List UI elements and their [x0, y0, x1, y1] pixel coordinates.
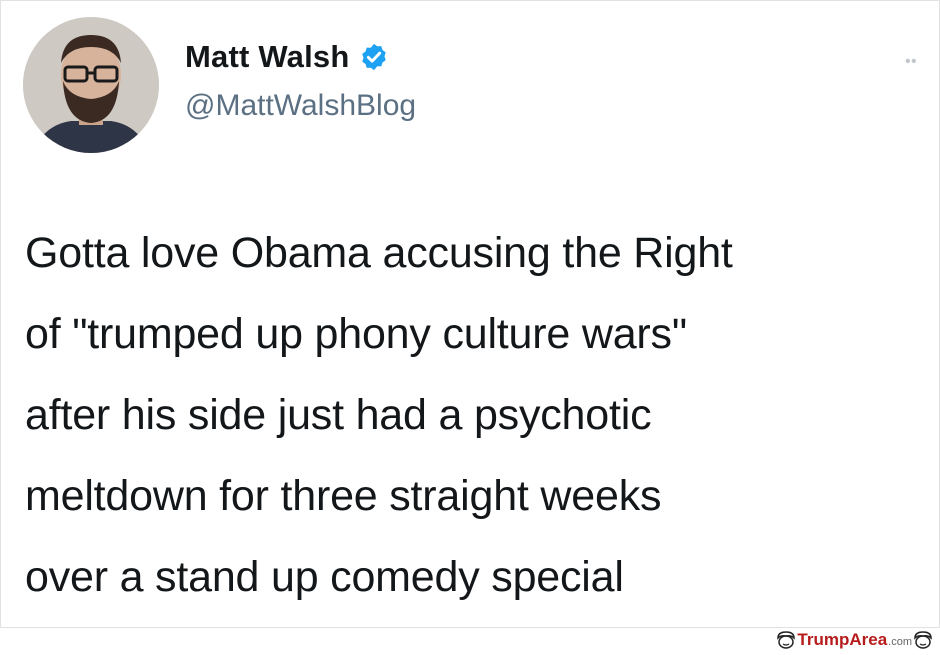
more-dots-icon[interactable]: • •: [905, 53, 917, 71]
tweet-card: Matt Walsh @MattWalshBlog • • Gotta love…: [0, 0, 940, 628]
user-handle[interactable]: @MattWalshBlog: [185, 89, 416, 123]
watermark-brand: TrumpArea: [797, 630, 888, 649]
verified-badge-icon: [359, 42, 389, 72]
avatar-photo: [23, 17, 159, 153]
watermark: TrumpArea .com: [775, 630, 934, 650]
display-name[interactable]: Matt Walsh: [185, 39, 349, 75]
trump-face-icon: [775, 630, 797, 650]
display-name-row: Matt Walsh: [185, 39, 389, 75]
tweet-text: Gotta love Obama accusing the Right of "…: [25, 229, 733, 601]
avatar[interactable]: [23, 17, 159, 153]
trump-face-icon: [912, 630, 934, 650]
watermark-tld: .com: [888, 636, 912, 648]
